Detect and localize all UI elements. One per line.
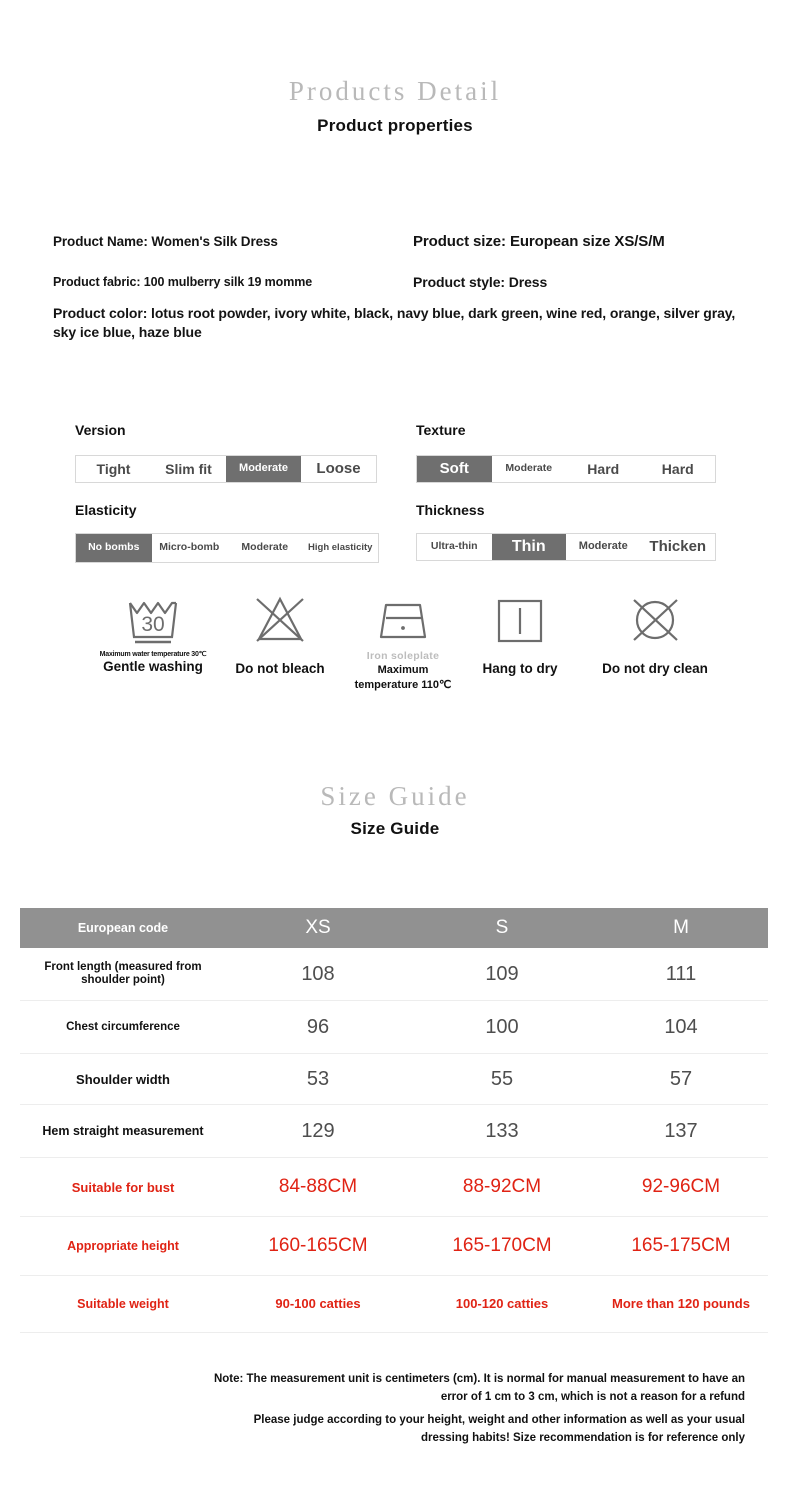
row-value-front-length-m: 111	[665, 963, 697, 985]
row-value-weight-xs: 90-100 catties	[275, 1296, 361, 1311]
product-name-text: Product Name: Women's Silk Dress	[53, 234, 278, 249]
thickness-option-thicken[interactable]: Thicken	[641, 534, 716, 560]
elasticity-scale[interactable]: No bombs Micro-bomb Moderate High elasti…	[75, 533, 379, 563]
elasticity-option-micro-bomb[interactable]: Micro-bomb	[152, 534, 228, 562]
row-value-hem-m: 137	[664, 1120, 698, 1142]
row-value-height-s: 165-170CM	[452, 1235, 552, 1256]
texture-option-hard-1[interactable]: Hard	[566, 456, 641, 482]
row-value-chest-m: 104	[664, 1016, 698, 1038]
version-option-moderate[interactable]: Moderate	[226, 456, 301, 482]
row-label-suitable-bust: Suitable for bust	[71, 1179, 175, 1195]
note-line-1: Note: The measurement unit is centimeter…	[213, 1373, 745, 1385]
texture-option-soft[interactable]: Soft	[417, 456, 492, 482]
row-value-shoulder-xs: 53	[306, 1068, 330, 1090]
row-value-weight-s: 100-120 catties	[455, 1296, 549, 1311]
row-value-front-length-xs: 108	[301, 963, 335, 985]
table-row: Shoulder width 53 55 57	[20, 1054, 768, 1105]
products-detail-script-heading: Products Detail	[288, 76, 502, 106]
row-label-shoulder-width: Shoulder width	[76, 1071, 170, 1087]
elasticity-option-moderate[interactable]: Moderate	[227, 534, 303, 562]
table-row: Chest circumference 96 100 104	[20, 1001, 768, 1054]
care-main-iron-temperature: temperature 110℃	[354, 679, 452, 691]
property-label-thickness: Thickness	[416, 502, 485, 518]
table-row: Front length (measured from shoulder poi…	[20, 948, 768, 1001]
table-header-xs: XS	[305, 917, 331, 938]
care-item-do-not-dry-clean: Do not dry clean	[580, 588, 730, 676]
thickness-option-thin[interactable]: Thin	[491, 534, 566, 560]
note-line-2: error of 1 cm to 3 cm, which is not a re…	[440, 1391, 745, 1403]
product-detail-page: Products Detail Product properties Produ…	[0, 0, 790, 1494]
hang-to-dry-icon	[445, 588, 595, 650]
property-label-version: Version	[75, 422, 126, 438]
row-label-suitable-weight: Suitable weight	[77, 1296, 169, 1311]
elasticity-option-high-elasticity[interactable]: High elasticity	[303, 534, 379, 562]
property-label-texture: Texture	[416, 422, 466, 438]
thickness-scale[interactable]: Ultra-thin Thin Moderate Thicken	[416, 533, 716, 561]
table-header-european-code: European code	[77, 921, 169, 935]
row-value-shoulder-m: 57	[669, 1068, 693, 1090]
table-header-m: M	[673, 917, 689, 938]
row-value-hem-s: 133	[485, 1120, 519, 1142]
table-row: Suitable for bust 84-88CM 88-92CM 92-96C…	[20, 1158, 768, 1217]
texture-option-hard-2[interactable]: Hard	[641, 456, 716, 482]
product-fabric-text: Product fabric: 100 mulberry silk 19 mom…	[53, 275, 313, 289]
row-value-hem-xs: 129	[301, 1120, 335, 1142]
texture-scale[interactable]: Soft Moderate Hard Hard	[416, 455, 716, 483]
row-value-weight-m: More than 120 pounds	[612, 1296, 750, 1311]
care-main-hang-to-dry: Hang to dry	[482, 661, 558, 676]
row-label-chest-circumference: Chest circumference	[66, 1020, 180, 1033]
row-value-shoulder-s: 55	[490, 1068, 514, 1090]
row-value-height-m: 165-175CM	[631, 1235, 731, 1256]
product-color-text: Product color: lotus root powder, ivory …	[53, 305, 736, 340]
row-value-front-length-s: 109	[485, 963, 519, 985]
row-value-bust-xs: 84-88CM	[278, 1176, 358, 1197]
elasticity-option-no-bombs[interactable]: No bombs	[76, 534, 152, 562]
version-scale[interactable]: Tight Slim fit Moderate Loose	[75, 455, 377, 483]
texture-option-moderate[interactable]: Moderate	[492, 456, 567, 482]
no-dry-clean-icon	[580, 588, 730, 650]
thickness-option-moderate[interactable]: Moderate	[566, 534, 641, 560]
care-item-hang-to-dry: Hang to dry	[445, 588, 595, 676]
size-guide-script-heading: Size Guide	[320, 781, 470, 811]
row-value-bust-s: 88-92CM	[462, 1176, 542, 1197]
table-row: Hem straight measurement 129 133 137	[20, 1105, 768, 1158]
product-properties-heading: Product properties	[317, 116, 473, 135]
note-line-4: dressing habits! Size recommendation is …	[420, 1432, 745, 1444]
care-instructions-row: 30 Maximum water temperature 30℃ Gentle …	[60, 588, 740, 718]
thickness-option-ultra-thin[interactable]: Ultra-thin	[417, 534, 492, 560]
row-value-chest-s: 100	[485, 1016, 519, 1038]
size-guide-heading: Size Guide	[350, 819, 440, 838]
care-main-do-not-dry-clean: Do not dry clean	[602, 661, 708, 676]
row-label-appropriate-height: Appropriate height	[67, 1238, 179, 1253]
version-option-loose[interactable]: Loose	[301, 456, 376, 482]
row-value-bust-m: 92-96CM	[641, 1176, 721, 1197]
table-row: Suitable weight 90-100 catties 100-120 c…	[20, 1276, 768, 1333]
product-size-text: Product size: European size XS/S/M	[413, 233, 665, 250]
row-value-height-xs: 160-165CM	[268, 1235, 368, 1256]
row-label-front-length: Front length (measured from shoulder poi…	[44, 961, 202, 986]
row-label-hem-straight: Hem straight measurement	[42, 1123, 204, 1138]
row-value-chest-xs: 96	[306, 1016, 330, 1038]
size-guide-table: European code XS S M Front length (measu…	[20, 908, 768, 1333]
version-option-slim-fit[interactable]: Slim fit	[151, 456, 226, 482]
product-style-text: Product style: Dress	[413, 274, 548, 290]
table-header-s: S	[495, 917, 509, 938]
version-option-tight[interactable]: Tight	[76, 456, 151, 482]
svg-text:30: 30	[141, 613, 164, 636]
table-header-row: European code XS S M	[20, 908, 768, 948]
note-line-3: Please judge according to your height, w…	[253, 1414, 745, 1426]
property-label-elasticity: Elasticity	[75, 502, 137, 518]
table-row: Appropriate height 160-165CM 165-170CM 1…	[20, 1217, 768, 1276]
